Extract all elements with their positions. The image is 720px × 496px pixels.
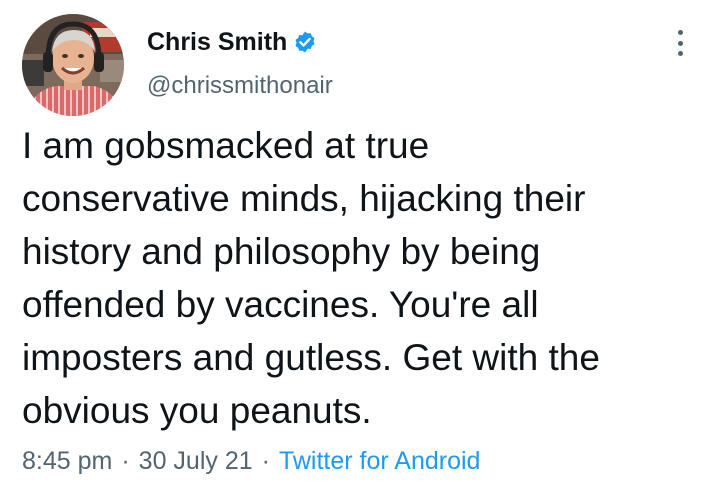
author-info: Chris Smith @chrissmithonair [147,26,333,101]
more-dot [677,40,683,46]
more-dot [677,51,683,56]
avatar-image [22,14,124,116]
tweet-source-link[interactable]: Twitter for Android [279,444,480,478]
verified-badge-icon [293,30,317,54]
display-name[interactable]: Chris Smith [147,26,287,58]
tweet-text: I am gobsmacked at true conservative min… [22,125,600,431]
name-row: Chris Smith [147,26,333,58]
handle[interactable]: @chrissmithonair [147,71,333,101]
separator: · [261,447,270,475]
tweet-time[interactable]: 8:45 pm [22,444,112,478]
avatar[interactable] [22,14,124,116]
more-dot [677,30,683,35]
tweet: Chris Smith @chrissmithonair I am gobsma… [0,0,720,496]
tweet-meta: 8:45 pm · 30 July 21 · Twitter for Andro… [22,444,480,478]
tweet-date[interactable]: 30 July 21 [139,444,253,478]
separator: · [121,447,130,475]
more-options-icon[interactable] [667,28,693,58]
